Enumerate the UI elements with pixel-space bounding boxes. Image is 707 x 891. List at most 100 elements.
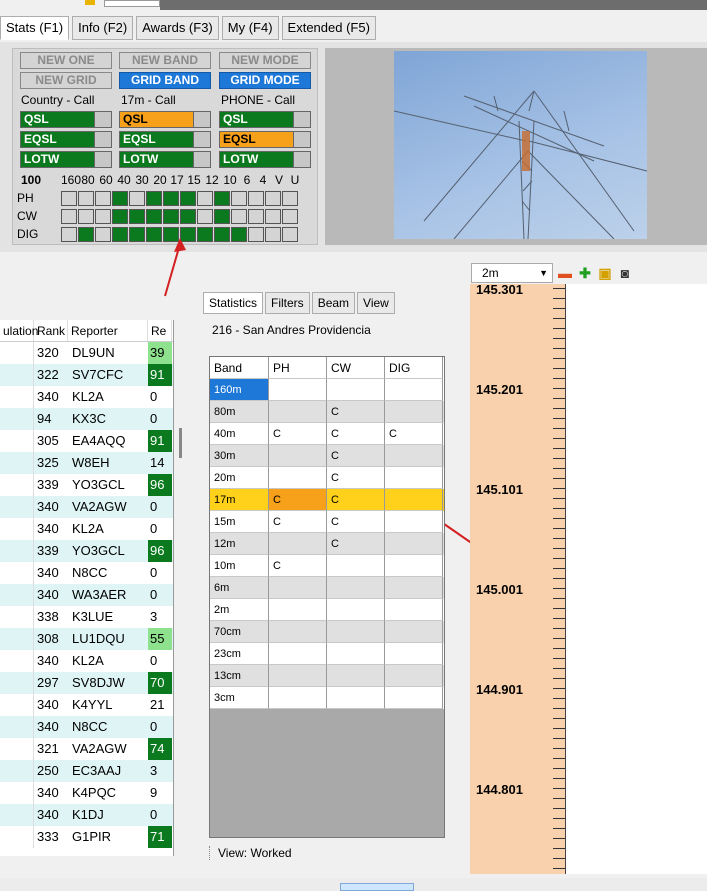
band-row-13cm[interactable]: 13cm (210, 665, 444, 687)
plus-icon[interactable]: ✚ (577, 265, 593, 281)
spectrum-display[interactable] (566, 284, 707, 874)
table-row[interactable]: 250 EC3AAJ 3 (0, 760, 173, 782)
table-row[interactable]: 333 G1PIR 71 (0, 826, 173, 848)
rank-cell: 297 (37, 675, 59, 690)
col-header-rank[interactable]: Rank (34, 320, 68, 341)
col-header-re[interactable]: Re (148, 320, 172, 341)
rank-cell: 320 (37, 345, 59, 360)
tab-filters[interactable]: Filters (265, 292, 310, 314)
table-row[interactable]: 340 K4PQC 9 (0, 782, 173, 804)
camera-icon[interactable]: ◙ (617, 265, 633, 281)
ruler-toolbar: 2m ▼ ▬ ✚ ▣ ◙ (471, 262, 707, 284)
col-header-population[interactable]: ulation (0, 320, 38, 341)
band-row-12m[interactable]: 12m C (210, 533, 444, 555)
band-row-160m[interactable]: 160m (210, 379, 444, 401)
table-row[interactable]: 321 VA2AGW 74 (0, 738, 173, 760)
table-row[interactable]: 339 YO3GCL 96 (0, 474, 173, 496)
table-row[interactable]: 297 SV8DJW 70 (0, 672, 173, 694)
band-select[interactable]: 2m ▼ (471, 263, 553, 283)
ruler-tick (553, 358, 565, 359)
band-row-6m[interactable]: 6m (210, 577, 444, 599)
table-row[interactable]: 325 W8EH 14 (0, 452, 173, 474)
table-row[interactable]: 340 KL2A 0 (0, 518, 173, 540)
re-cell: 0 (150, 807, 158, 822)
ruler-tick (553, 468, 565, 469)
population-cell (0, 474, 34, 496)
frequency-label: 144.801 (476, 782, 523, 797)
ruler-tick (553, 338, 565, 339)
ruler-tick (553, 558, 565, 559)
minus-icon[interactable]: ▬ (557, 265, 573, 281)
band-row-2m[interactable]: 2m (210, 599, 444, 621)
reporter-cell: YO3GCL (72, 543, 125, 558)
band-row-30m[interactable]: 30m C (210, 445, 444, 467)
band-table-body: 160m 80m C 40m C C C 30m C 20m C 17m C C 15m C C 12m C 10m C… (210, 379, 444, 709)
reporter-cell: EA4AQQ (72, 433, 126, 448)
band-row-70cm[interactable]: 70cm (210, 621, 444, 643)
ruler-tick (553, 548, 565, 549)
band-row-10m[interactable]: 10m C (210, 555, 444, 577)
tab-beam[interactable]: Beam (311, 292, 356, 314)
table-row[interactable]: 340 KL2A 0 (0, 650, 173, 672)
band-row-20m[interactable]: 20m C (210, 467, 444, 489)
band-row-23cm[interactable]: 23cm (210, 643, 444, 665)
re-cell: 14 (150, 455, 165, 470)
frequency-ruler[interactable]: 145.301 145.201 145.101 145.001 144.901 144.8… (470, 284, 566, 874)
re-cell: 96 (148, 474, 172, 496)
population-cell (0, 364, 34, 386)
ruler-tick (553, 708, 565, 709)
ph-cell (269, 379, 327, 401)
table-row[interactable]: 340 KL2A 0 (0, 386, 173, 408)
ruler-tick (553, 498, 565, 499)
col-header-band[interactable]: Band (210, 357, 269, 379)
table-row[interactable]: 340 K1DJ 0 (0, 804, 173, 826)
table-row[interactable]: 340 K4YYL 21 (0, 694, 173, 716)
rank-cell: 340 (37, 521, 59, 536)
table-row[interactable]: 94 KX3C 0 (0, 408, 173, 430)
ruler-tick (553, 428, 565, 429)
cw-cell (327, 555, 385, 577)
reporter-cell: K1DJ (72, 807, 104, 822)
col-header-reporter[interactable]: Reporter (68, 320, 148, 341)
band-row-3cm[interactable]: 3cm (210, 687, 444, 709)
ph-cell: C (269, 555, 327, 577)
table-row[interactable]: 340 VA2AGW 0 (0, 496, 173, 518)
table-row[interactable]: 338 K3LUE 3 (0, 606, 173, 628)
col-header-cw[interactable]: CW (327, 357, 385, 379)
ruler-tick (553, 868, 565, 869)
rank-cell: 339 (37, 477, 59, 492)
tab-view[interactable]: View (357, 292, 395, 314)
table-row[interactable]: 308 LU1DQU 55 (0, 628, 173, 650)
ruler-tick (553, 698, 565, 699)
col-header-dig[interactable]: DIG (385, 357, 443, 379)
table-row[interactable]: 322 SV7CFC 91 (0, 364, 173, 386)
table-row[interactable]: 320 DL9UN 39 (0, 342, 173, 364)
population-cell (0, 584, 34, 606)
dig-cell (385, 467, 443, 489)
ruler-tick (553, 618, 565, 619)
band-row-17m[interactable]: 17m C C (210, 489, 444, 511)
col-header-ph[interactable]: PH (269, 357, 327, 379)
table-row[interactable]: 305 EA4AQQ 91 (0, 430, 173, 452)
re-cell: 70 (148, 672, 172, 694)
dig-cell (385, 511, 443, 533)
table-row[interactable]: 340 N8CC 0 (0, 716, 173, 738)
spots-scrollbar-thumb[interactable] (179, 428, 182, 458)
tab-statistics[interactable]: Statistics (203, 292, 264, 314)
band-row-40m[interactable]: 40m C C C (210, 423, 444, 445)
lock-icon[interactable]: ▣ (597, 265, 613, 281)
reporter-cell: DL9UN (72, 345, 115, 360)
ruler-tick (553, 538, 565, 539)
cw-cell: C (327, 533, 385, 555)
population-cell (0, 650, 34, 672)
band-row-15m[interactable]: 15m C C (210, 511, 444, 533)
band-row-80m[interactable]: 80m C (210, 401, 444, 423)
ruler-tick (553, 448, 565, 449)
re-cell: 0 (150, 565, 158, 580)
table-row[interactable]: 339 YO3GCL 96 (0, 540, 173, 562)
table-row[interactable]: 340 N8CC 0 (0, 562, 173, 584)
reporter-cell: KL2A (72, 521, 104, 536)
status-chip[interactable] (340, 883, 414, 891)
table-row[interactable]: 340 WA3AER 0 (0, 584, 173, 606)
spots-scrollbar[interactable] (176, 320, 186, 856)
